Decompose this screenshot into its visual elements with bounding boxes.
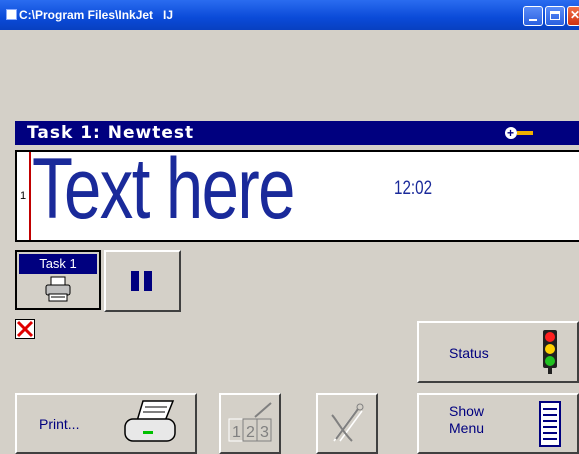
svg-text:3: 3 <box>260 424 269 441</box>
zoom-out-icon[interactable] <box>517 131 533 135</box>
print-button[interactable]: Print... <box>15 393 197 454</box>
tools-icon <box>331 403 364 442</box>
menu-list-icon <box>539 401 561 447</box>
traffic-light-icon <box>543 330 557 374</box>
task-button-label: Task 1 <box>19 254 97 274</box>
status-button[interactable]: Status <box>417 321 579 383</box>
app-icon[interactable] <box>6 9 17 20</box>
error-x-icon[interactable] <box>15 319 35 339</box>
counter-edit-icon: 1 2 3 <box>228 402 272 442</box>
print-label: Print... <box>39 416 80 432</box>
message-text[interactable]: Text here <box>32 140 295 239</box>
status-label: Status <box>449 345 489 361</box>
maximize-button[interactable] <box>545 6 565 26</box>
printer-icon <box>45 276 71 302</box>
show-menu-label: Show Menu <box>449 403 485 436</box>
window-title: C:\Program Files\InkJet IJ <box>19 8 174 22</box>
message-editor[interactable]: 1 Text here 12:02 <box>15 141 579 242</box>
window-title-bar[interactable]: C:\Program Files\InkJet IJ <box>0 0 579 30</box>
svg-text:2: 2 <box>246 424 255 441</box>
cursor-line <box>29 152 31 240</box>
minimize-button[interactable] <box>523 6 543 26</box>
pause-button[interactable] <box>104 250 181 312</box>
show-menu-button[interactable]: Show Menu <box>417 393 579 454</box>
counter-button[interactable]: 1 2 3 <box>219 393 281 454</box>
zoom-in-icon[interactable]: + <box>505 127 517 139</box>
close-button[interactable] <box>567 6 579 26</box>
task-select-button[interactable]: Task 1 <box>15 250 101 310</box>
zoom-control[interactable]: + <box>505 127 539 139</box>
printer-icon <box>124 400 176 442</box>
line-number: 1 <box>20 190 27 202</box>
tools-button[interactable] <box>316 393 378 454</box>
time-field[interactable]: 12:02 <box>394 178 432 200</box>
svg-text:1: 1 <box>232 424 241 441</box>
